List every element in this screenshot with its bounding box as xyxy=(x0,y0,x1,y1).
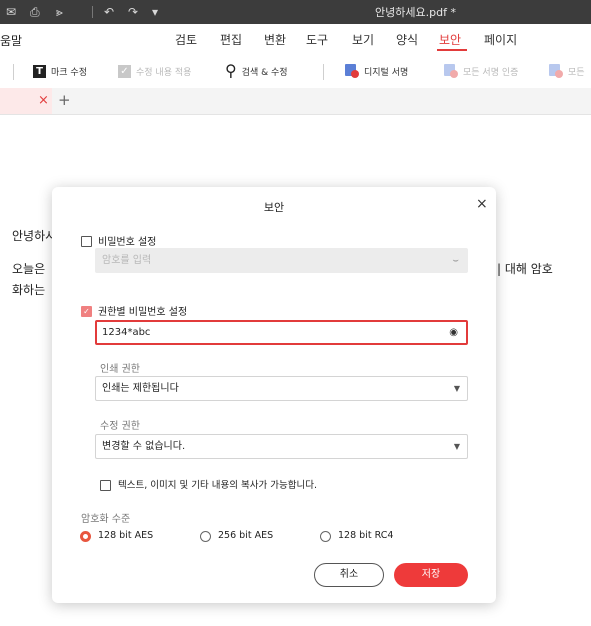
hidden-eye-icon: ⌣ xyxy=(452,255,459,266)
eye-icon[interactable]: ◉ xyxy=(449,322,458,343)
apply-edit-button[interactable]: ✓ 수정 내용 적용 xyxy=(118,62,191,80)
chevron-down-icon: ▼ xyxy=(453,442,460,451)
open-password-label: 비밀번호 설정 xyxy=(98,237,157,248)
verify-all-label: 모든 서명 인증 xyxy=(463,67,519,78)
close-icon[interactable]: × xyxy=(476,196,488,212)
permission-password-input[interactable]: 1234*abc ◉ xyxy=(95,320,468,345)
close-tab-icon[interactable]: × xyxy=(38,93,49,109)
menu-item-help[interactable]: 움말 xyxy=(0,32,22,49)
radio-128-rc4[interactable] xyxy=(320,531,331,542)
dialog-title: 보안 xyxy=(263,201,285,214)
allow-copy-label: 텍스트, 이미지 및 기타 내용의 복사가 가능합니다. xyxy=(118,480,317,491)
mark-edit-button[interactable]: T 마크 수정 xyxy=(33,62,87,80)
permission-password-value: 1234*abc xyxy=(102,327,151,338)
radio-256-aes-label: 256 bit AES xyxy=(218,530,274,541)
checkmark-icon: ✓ xyxy=(118,64,131,78)
chevron-down-icon: ▼ xyxy=(453,384,460,393)
cancel-button[interactable]: 취소 xyxy=(314,563,384,587)
menu-item-convert[interactable]: 변환 xyxy=(264,31,286,48)
menu-item-security[interactable]: 보안 xyxy=(439,31,461,48)
clear-all-signatures-button[interactable]: 모든 xyxy=(549,62,585,80)
digital-sign-button[interactable]: 디지털 서명 xyxy=(345,62,408,80)
allow-copy-checkbox[interactable] xyxy=(100,480,111,491)
encryption-level-label: 암호화 수준 xyxy=(81,514,131,525)
document-text-line: 화하는 xyxy=(12,283,46,297)
clear-signature-icon xyxy=(549,64,563,78)
save-button[interactable]: 저장 xyxy=(394,563,468,587)
menu-item-view[interactable]: 보기 xyxy=(352,31,374,48)
new-tab-icon[interactable]: + xyxy=(58,92,71,108)
document-tab[interactable]: × xyxy=(0,88,52,114)
toolbar-divider xyxy=(13,64,14,80)
menu-item-edit[interactable]: 편집 xyxy=(220,31,242,48)
menu-item-forms[interactable]: 양식 xyxy=(396,31,418,48)
permission-password-label: 권한별 비밀번호 설정 xyxy=(98,307,188,318)
search-edit-label: 검색 & 수정 xyxy=(241,67,288,78)
clear-all-label: 모든 xyxy=(568,67,585,78)
search-icon: ⚲ xyxy=(225,61,237,80)
document-text-line: 안녕하시 xyxy=(12,229,57,243)
menu-bar: 움말 검토 편집 변환 도구 보기 양식 보안 페이지 xyxy=(0,24,591,54)
radio-128-rc4-label: 128 bit RC4 xyxy=(338,530,394,541)
menu-item-review[interactable]: 검토 xyxy=(175,31,197,48)
document-tab-bar: × + xyxy=(0,88,591,115)
mark-edit-label: 마크 수정 xyxy=(51,67,87,78)
search-edit-button[interactable]: ⚲ 검색 & 수정 xyxy=(225,62,288,80)
security-toolbar: T 마크 수정 ✓ 수정 내용 적용 ⚲ 검색 & 수정 디지털 서명 모든 서… xyxy=(0,54,591,88)
active-menu-indicator xyxy=(437,49,467,51)
mark-redact-icon: T xyxy=(33,64,46,78)
print-permission-value: 인쇄는 제한됩니다 xyxy=(102,383,179,394)
verify-signature-icon xyxy=(444,64,458,78)
digital-signature-icon xyxy=(345,64,359,78)
print-permission-label: 인쇄 권한 xyxy=(100,364,140,375)
permission-password-checkbox[interactable]: ✓ xyxy=(81,306,92,317)
print-permission-select[interactable]: 인쇄는 제한됩니다 ▼ xyxy=(95,376,468,401)
security-dialog: 보안 × 비밀번호 설정 암호를 입력 ⌣ ✓ 권한별 비밀번호 설정 1234… xyxy=(52,187,496,603)
open-password-checkbox[interactable] xyxy=(81,236,92,247)
apply-edit-label: 수정 내용 적용 xyxy=(136,67,192,78)
edit-permission-select[interactable]: 변경할 수 없습니다. ▼ xyxy=(95,434,468,459)
radio-256-aes[interactable] xyxy=(200,531,211,542)
open-password-placeholder: 암호를 입력 xyxy=(102,255,152,266)
document-text-line: | 대해 암호 xyxy=(497,262,553,276)
title-bar: ✉ ⎙ ⪢ ↶ ↷ ▾ 안녕하세요.pdf * xyxy=(0,0,591,24)
menu-item-tools[interactable]: 도구 xyxy=(306,31,328,48)
verify-all-signatures-button[interactable]: 모든 서명 인증 xyxy=(444,62,518,80)
radio-128-aes-label: 128 bit AES xyxy=(98,530,154,541)
edit-permission-label: 수정 권한 xyxy=(100,421,140,432)
toolbar-divider xyxy=(323,64,324,80)
digital-sign-label: 디지털 서명 xyxy=(364,67,409,78)
open-password-input[interactable]: 암호를 입력 ⌣ xyxy=(95,248,468,273)
edit-permission-value: 변경할 수 없습니다. xyxy=(102,441,186,452)
document-text-line: 오늘은 xyxy=(12,262,46,276)
window-title: 안녕하세요.pdf * xyxy=(375,6,456,19)
radio-128-aes[interactable] xyxy=(80,531,91,542)
menu-item-page[interactable]: 페이지 xyxy=(484,31,517,48)
